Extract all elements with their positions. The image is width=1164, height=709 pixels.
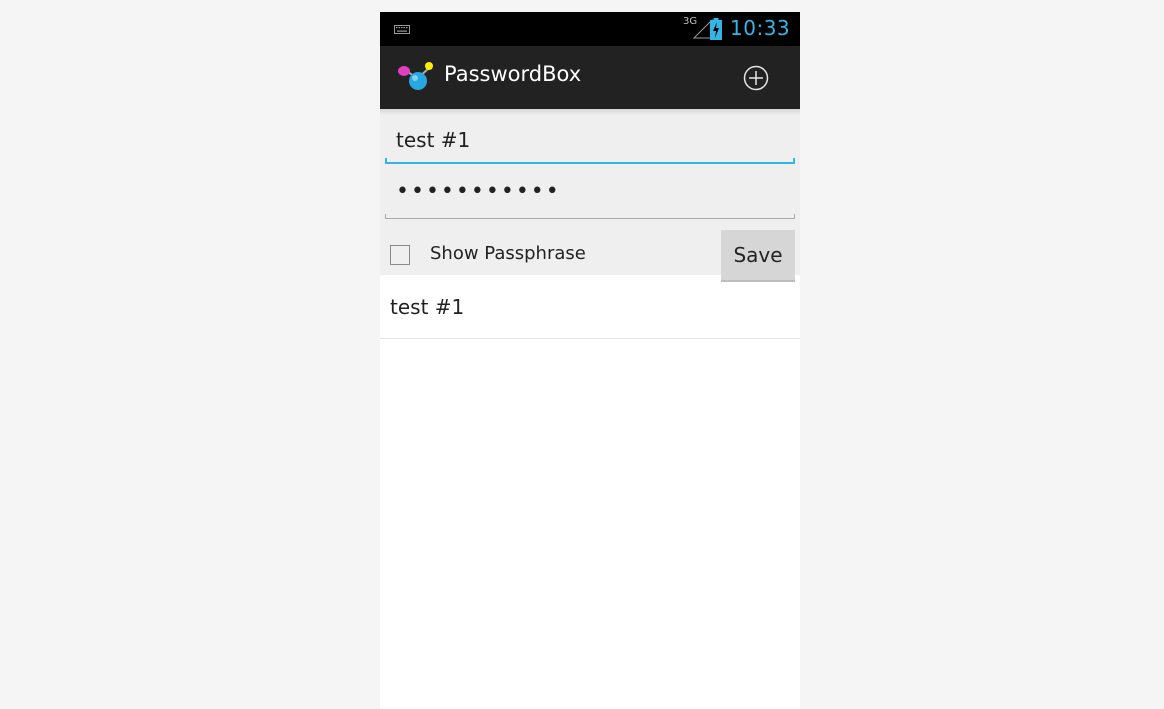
list-item[interactable]: test #1 [380,275,800,339]
add-button[interactable] [734,56,778,100]
title-input-tick-right [793,158,795,164]
app-logo-icon [398,62,433,90]
show-passphrase-checkbox[interactable] [390,245,410,265]
passphrase-input-tick-right [794,214,795,219]
title-input[interactable]: test #1 [385,118,795,164]
show-passphrase-label[interactable]: Show Passphrase [430,243,586,264]
passphrase-input-tick-left [385,214,386,219]
title-input-value: test #1 [396,128,471,152]
title-input-tick-left [385,158,387,164]
passphrase-input[interactable]: ••••••••••• [385,173,795,219]
keyboard-icon [394,25,410,34]
add-circle-icon [743,65,769,91]
phone-screen: 3G 10:33 PasswordBox test #1 •••••••••••… [380,12,800,709]
entry-list: test #1 [380,275,800,339]
list-item-label: test #1 [390,295,465,319]
action-bar: PasswordBox [380,46,800,109]
app-title: PasswordBox [444,62,582,86]
status-bar: 3G 10:33 [380,12,800,46]
passphrase-input-underline [385,218,795,219]
clock: 10:33 [730,16,791,40]
passphrase-input-value: ••••••••••• [396,179,561,204]
entry-form: test #1 ••••••••••• Show Passphrase Save [380,109,800,282]
battery-charging-icon [710,18,722,40]
action-bar-shadow [380,109,800,115]
title-input-underline [385,162,795,164]
